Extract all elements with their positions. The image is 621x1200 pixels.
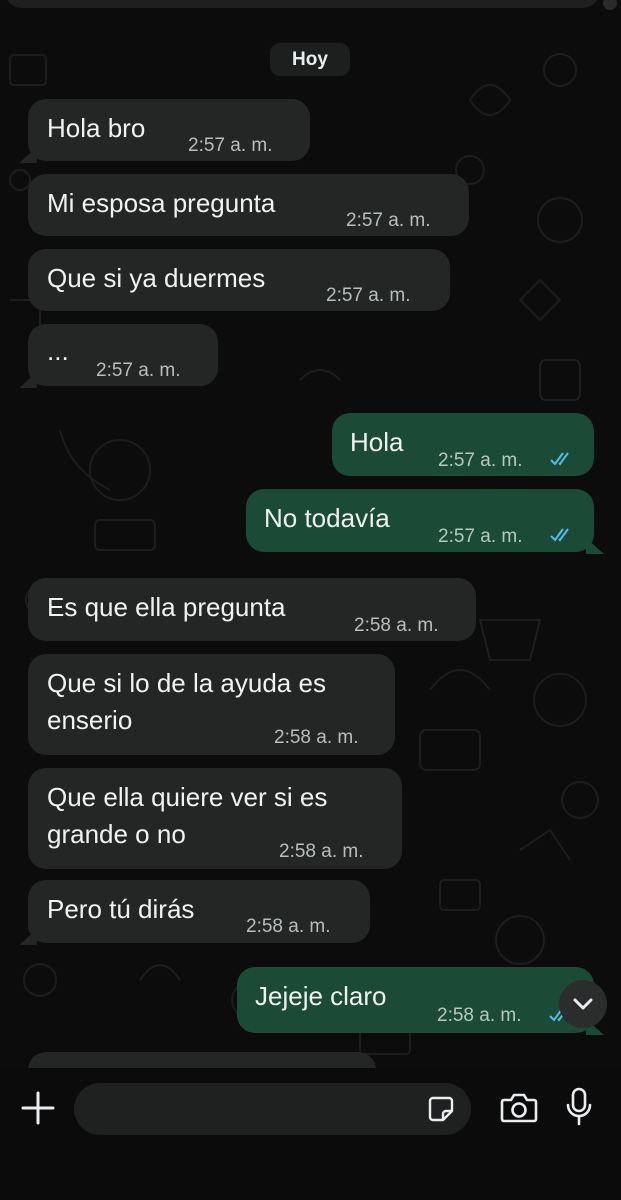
- message-text: Pero tú dirás: [47, 894, 195, 924]
- message-text: Que si ya duermes: [47, 263, 266, 293]
- message-time: 2:57 a. m.: [188, 135, 273, 156]
- message-text: Es que ella pregunta: [47, 592, 286, 622]
- message-bubble-incoming[interactable]: Mi esposa pregunta 2:57 a. m.: [28, 174, 469, 236]
- message-time: 2:57 a. m.: [96, 360, 181, 381]
- bubble-tail: [19, 929, 37, 945]
- message-text: Mi esposa pregunta: [47, 188, 276, 218]
- chevron-down-icon: [573, 998, 593, 1010]
- message-time: 2:57 a. m.: [438, 526, 523, 547]
- message-bubble-incoming[interactable]: Que ella quiere ver si es grande o no 2:…: [28, 768, 402, 869]
- microphone-icon: [566, 1087, 592, 1126]
- message-time: 2:58 a. m.: [354, 615, 439, 636]
- message-text-line-1: Que si lo de la ayuda es: [47, 668, 326, 698]
- message-text: Hola: [350, 427, 404, 457]
- message-bubble-incoming[interactable]: Pero tú dirás 2:58 a. m.: [19, 880, 370, 945]
- sticker-button[interactable]: [427, 1095, 455, 1123]
- message-text-line-1: Que ella quiere ver si es: [47, 782, 328, 812]
- date-separator: Hoy: [270, 43, 350, 76]
- camera-icon: [500, 1093, 538, 1123]
- double-check-icon: [550, 452, 569, 466]
- message-text: ...: [47, 336, 69, 366]
- message-bubble-outgoing[interactable]: No todavía 2:57 a. m.: [246, 489, 604, 554]
- camera-button[interactable]: [500, 1091, 538, 1125]
- chat-area[interactable]: Hoy Hola bro 2:57 a. m. Mi esposa pregun…: [0, 0, 621, 1070]
- message-time: 2:58 a. m.: [274, 727, 359, 748]
- message-bubble-incoming[interactable]: ... 2:57 a. m.: [19, 324, 218, 388]
- message-input-container[interactable]: [74, 1083, 471, 1135]
- bubble-tail: [19, 147, 37, 163]
- message-text: No todavía: [264, 503, 390, 533]
- message-bubble-incoming[interactable]: Que si ya duermes 2:57 a. m.: [28, 249, 450, 311]
- message-time: 2:57 a. m.: [438, 450, 523, 471]
- message-text: Hola bro: [47, 113, 146, 143]
- message-text-line-2: enserio: [47, 705, 133, 735]
- message-time: 2:58 a. m.: [437, 1005, 522, 1026]
- bubble-tail: [586, 538, 604, 554]
- message-bubble-incoming[interactable]: Hola bro 2:57 a. m.: [19, 99, 310, 163]
- header-corner: [603, 0, 617, 10]
- message-time: 2:58 a. m.: [246, 916, 331, 937]
- message-time: 2:57 a. m.: [346, 210, 431, 231]
- voice-record-button[interactable]: [565, 1087, 593, 1127]
- scroll-to-bottom-button[interactable]: [559, 980, 607, 1028]
- message-time: 2:58 a. m.: [279, 841, 364, 862]
- header-bar-edge: [4, 0, 600, 8]
- sticker-icon: [428, 1096, 454, 1122]
- message-bubble-outgoing[interactable]: Jejeje claro 2:58 a. m.: [237, 967, 604, 1035]
- message-bubble-incoming[interactable]: Es que ella pregunta 2:58 a. m.: [28, 578, 476, 641]
- bubble-tail: [19, 372, 37, 388]
- message-input[interactable]: [92, 1093, 416, 1127]
- plus-icon: [21, 1091, 55, 1125]
- message-text: Jejeje claro: [255, 981, 387, 1011]
- message-text-line-2: grande o no: [47, 819, 186, 849]
- double-check-icon: [550, 528, 569, 542]
- message-time: 2:57 a. m.: [326, 285, 411, 306]
- attach-button[interactable]: [18, 1088, 58, 1128]
- header-edge: [0, 0, 621, 10]
- message-bubble-incoming[interactable]: Que si lo de la ayuda es enserio 2:58 a.…: [28, 654, 395, 755]
- message-bubble-outgoing[interactable]: Hola 2:57 a. m.: [332, 413, 594, 476]
